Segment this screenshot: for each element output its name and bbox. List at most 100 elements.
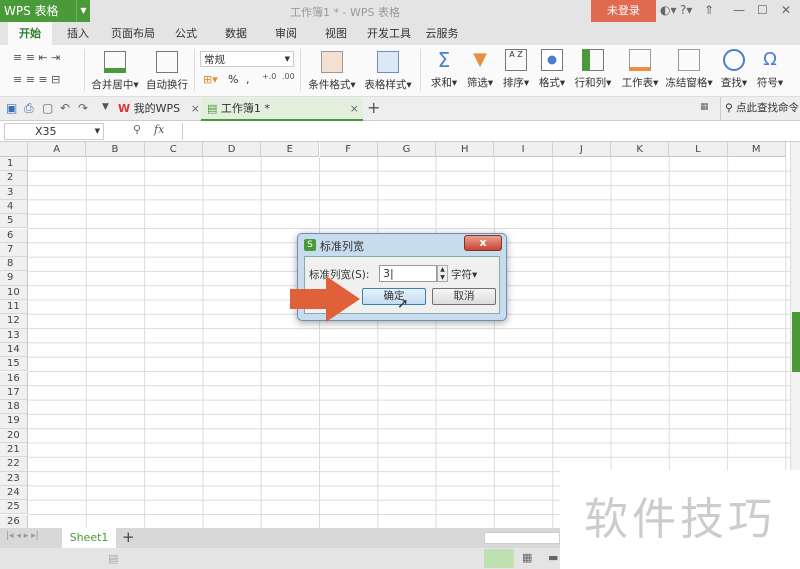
print-preview-icon[interactable]: ▢ <box>42 101 53 115</box>
customize-dropdown-icon[interactable]: ▼ <box>102 102 109 112</box>
maximize-button[interactable]: ☐ <box>757 3 768 17</box>
row-header[interactable]: 7 <box>0 242 28 258</box>
save-icon[interactable]: ▣ <box>6 101 17 115</box>
freeze-panes-button[interactable]: 冻结窗格▾ <box>664 49 714 90</box>
tab-insert[interactable]: 插入 <box>60 22 96 45</box>
tab-review[interactable]: 审阅 <box>268 22 304 45</box>
dialog-close-button[interactable]: x <box>464 235 502 251</box>
row-header[interactable]: 12 <box>0 314 28 329</box>
sheet-nav-icons[interactable]: |◂ ◂ ▸ ▸| <box>6 531 39 541</box>
column-header[interactable]: M <box>727 142 786 157</box>
add-sheet-button[interactable]: + <box>122 528 135 546</box>
row-header[interactable]: 3 <box>0 185 28 200</box>
sheet-tab-sheet1[interactable]: Sheet1 <box>62 528 116 548</box>
sort-button[interactable]: A Z 排序▾ <box>499 49 533 90</box>
format-button[interactable]: 格式▾ <box>535 49 569 90</box>
currency-icon[interactable]: ⊞▾ <box>203 73 218 86</box>
column-header[interactable]: K <box>611 142 670 157</box>
align-icons-2[interactable]: ≡ ≡ ≡ ⊟ <box>13 73 60 86</box>
row-header[interactable]: 14 <box>0 342 28 358</box>
tab-page-layout[interactable]: 页面布局 <box>108 22 158 45</box>
column-header[interactable]: D <box>202 142 262 157</box>
align-icons[interactable]: ≡ ≡ ⇤ ⇥ <box>13 51 60 64</box>
conditional-format-button[interactable]: 条件格式▾ <box>306 51 358 92</box>
column-header[interactable]: G <box>377 142 437 157</box>
row-header[interactable]: 24 <box>0 485 28 501</box>
row-header[interactable]: 21 <box>0 443 28 458</box>
row-header[interactable]: 2 <box>0 171 28 186</box>
macro-icon[interactable]: ▤ <box>108 552 118 565</box>
close-button[interactable]: ✕ <box>781 3 791 17</box>
undo-icon[interactable]: ↶ <box>60 101 70 115</box>
decrease-decimal-icon[interactable]: .00 <box>282 72 295 81</box>
doc-tab-workbook[interactable]: ▤ 工作簿1 * × <box>201 98 363 121</box>
unit-dropdown[interactable]: 字符▾ <box>451 267 477 282</box>
normal-view-button[interactable] <box>484 549 514 568</box>
row-header[interactable]: 11 <box>0 300 28 315</box>
tab-home[interactable]: 开始 <box>8 22 52 45</box>
row-header[interactable]: 15 <box>0 357 28 372</box>
ok-button[interactable]: 确定 <box>362 288 426 305</box>
redo-icon[interactable]: ↷ <box>78 101 88 115</box>
column-header[interactable]: H <box>436 142 495 157</box>
worksheet-button[interactable]: 工作表▾ <box>618 49 662 90</box>
zoom-icon[interactable]: ⚲ <box>133 123 141 136</box>
row-header[interactable]: 13 <box>0 328 28 343</box>
column-header[interactable]: A <box>28 142 87 157</box>
row-header[interactable]: 26 <box>0 514 28 528</box>
close-tab-icon[interactable]: × <box>350 98 359 120</box>
cancel-button[interactable]: 取消 <box>432 288 496 305</box>
tab-data[interactable]: 数据 <box>218 22 254 45</box>
row-header[interactable]: 23 <box>0 471 28 486</box>
row-header[interactable]: 9 <box>0 271 28 286</box>
column-header[interactable]: E <box>261 142 320 157</box>
ribbon-options-icon[interactable]: ▦ <box>700 102 709 112</box>
chevron-down-icon[interactable]: ▼ <box>76 0 90 22</box>
table-style-button[interactable]: 表格样式▾ <box>362 51 414 92</box>
close-tab-icon[interactable]: × <box>191 98 200 120</box>
tab-developer[interactable]: 开发工具 <box>366 22 412 45</box>
comma-button[interactable]: , <box>246 73 250 86</box>
row-header[interactable]: 1 <box>0 157 28 172</box>
formula-input[interactable] <box>182 123 792 140</box>
row-header[interactable]: 5 <box>0 214 28 229</box>
app-menu-button[interactable]: WPS 表格 ▼ <box>0 0 90 22</box>
name-box[interactable]: X35 ▼ <box>4 123 104 140</box>
column-header[interactable]: B <box>86 142 145 157</box>
help-icon[interactable]: ?▾ <box>680 3 692 17</box>
rows-columns-button[interactable]: 行和列▾ <box>572 49 614 90</box>
column-header[interactable]: L <box>669 142 728 157</box>
skin-icon[interactable]: ◐▾ <box>660 3 677 17</box>
percent-button[interactable]: % <box>228 73 238 86</box>
command-search[interactable]: ⚲ 点此查找命令 <box>720 97 799 120</box>
minimize-button[interactable]: — <box>733 3 745 17</box>
row-header[interactable]: 20 <box>0 428 28 443</box>
number-format-select[interactable]: 常规 ▼ <box>200 51 294 67</box>
doc-tab-my-wps[interactable]: W 我的WPS × <box>118 98 200 120</box>
width-spinner[interactable]: ▲ ▼ <box>437 265 448 282</box>
sum-button[interactable]: Σ 求和▾ <box>427 49 461 90</box>
row-header[interactable]: 25 <box>0 500 28 515</box>
filter-button[interactable]: ▼ 筛选▾ <box>463 49 497 90</box>
row-header[interactable]: 19 <box>0 414 28 429</box>
tab-formulas[interactable]: 公式 <box>168 22 204 45</box>
row-header[interactable]: 18 <box>0 400 28 415</box>
login-button[interactable]: 未登录 <box>591 0 656 22</box>
merge-center-button[interactable]: 合并居中▾ <box>90 51 140 92</box>
row-header[interactable]: 22 <box>0 457 28 472</box>
new-tab-button[interactable]: + <box>367 98 380 117</box>
find-button[interactable]: 查找▾ <box>717 49 751 90</box>
wrap-text-button[interactable]: 自动换行 <box>146 51 188 92</box>
fx-icon[interactable]: fx <box>154 123 164 136</box>
symbol-button[interactable]: Ω 符号▾ <box>753 49 787 90</box>
print-icon[interactable]: ⎙ <box>24 101 34 116</box>
column-header[interactable]: C <box>144 142 203 157</box>
page-layout-view-icon[interactable]: ▬ <box>548 551 558 564</box>
width-input[interactable]: 3| <box>379 265 437 282</box>
row-header[interactable]: 17 <box>0 385 28 401</box>
tab-view[interactable]: 视图 <box>318 22 354 45</box>
row-header[interactable]: 16 <box>0 371 28 386</box>
column-header[interactable]: F <box>319 142 378 157</box>
page-break-view-icon[interactable]: ▦ <box>522 551 532 564</box>
tab-cloud[interactable]: 云服务 <box>424 22 460 45</box>
